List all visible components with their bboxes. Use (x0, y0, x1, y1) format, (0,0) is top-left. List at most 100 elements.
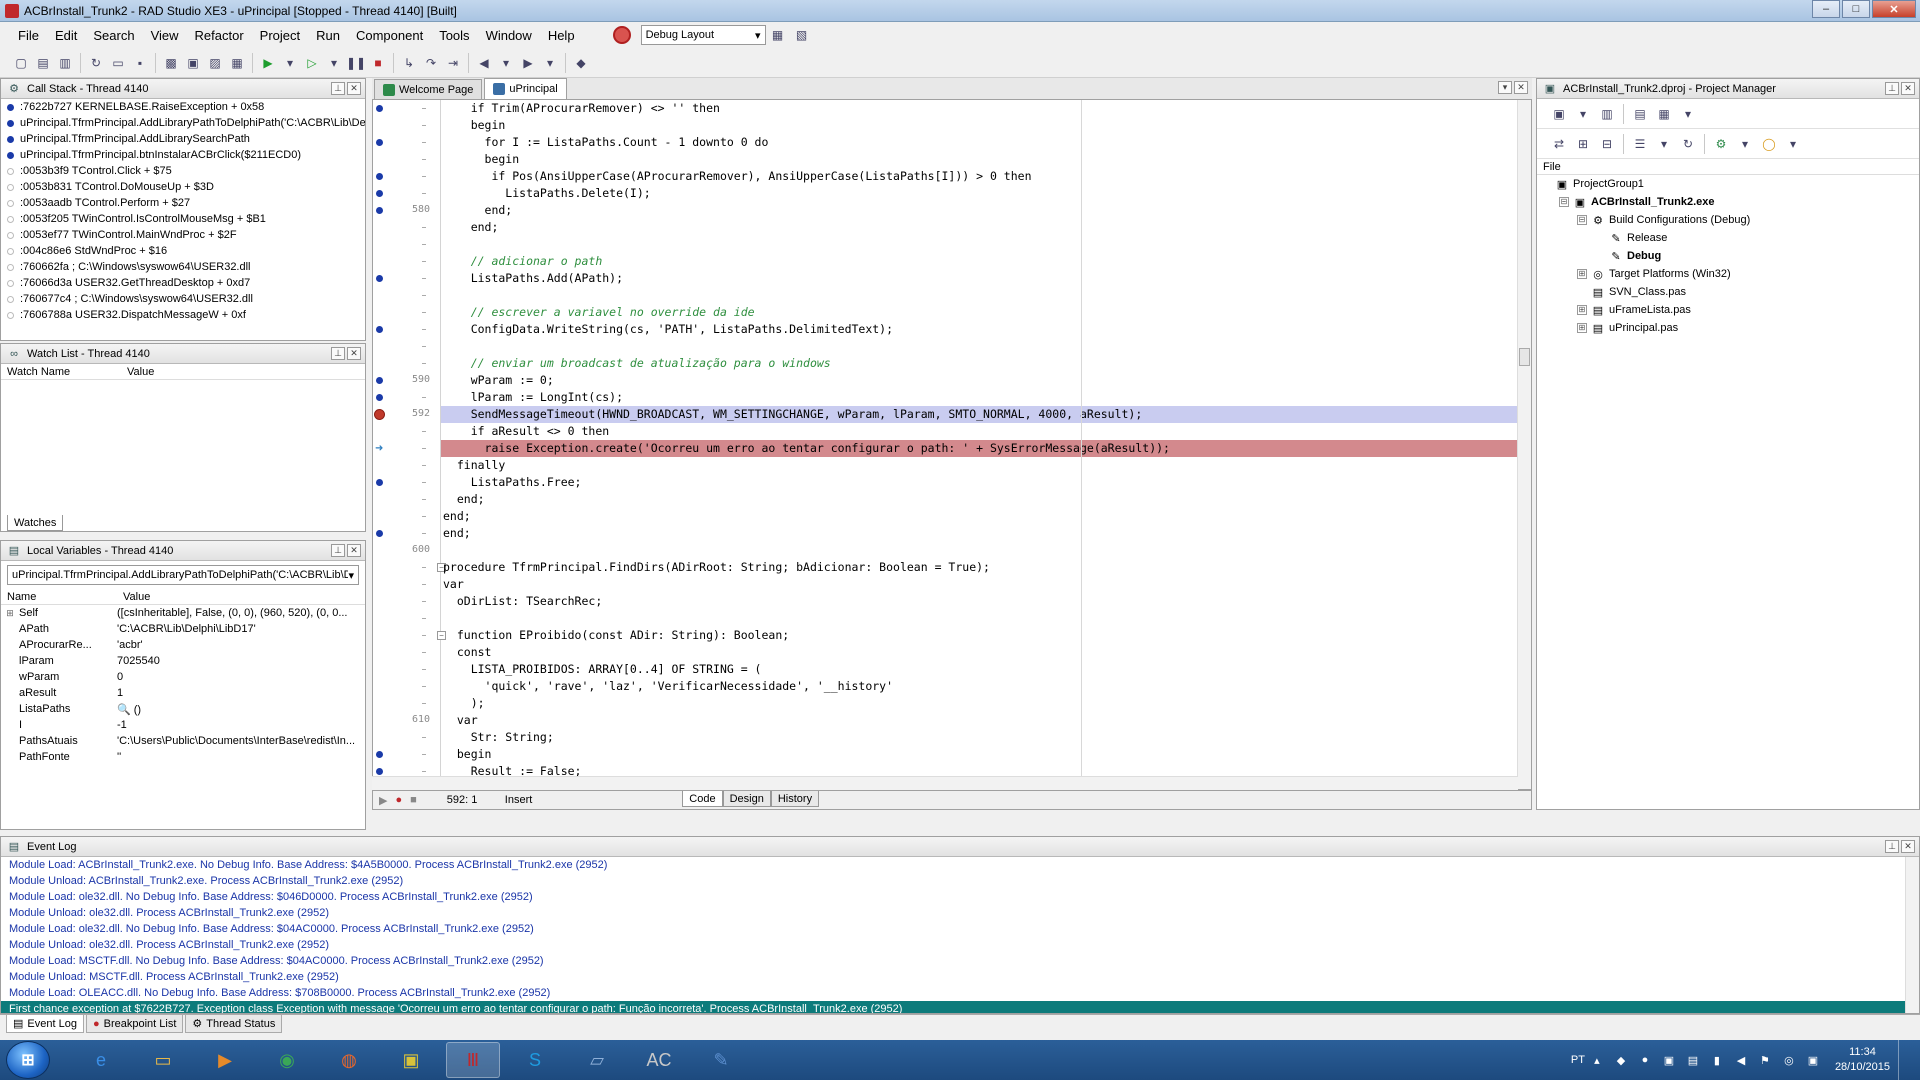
event-log-line[interactable]: Module Load: ACBrInstall_Trunk2.exe. No … (1, 857, 1905, 873)
trace-into-icon[interactable]: ↳ (400, 54, 418, 72)
frame-select[interactable]: uPrincipal.TfrmPrincipal.AddLibraryPathT… (7, 565, 359, 585)
event-log-line[interactable]: Module Unload: ACBrInstall_Trunk2.exe. P… (1, 873, 1905, 889)
pin-icon[interactable]: ⊥ (1885, 82, 1899, 95)
projeto-acbr-taskbar-icon[interactable]: AC (632, 1042, 686, 1078)
code-line[interactable]: // adicionar o path (441, 253, 1519, 270)
explorer-taskbar-icon[interactable]: ▭ (136, 1042, 190, 1078)
remove-file-icon[interactable]: ▨ (206, 54, 224, 72)
pin-icon[interactable]: ⊥ (331, 82, 345, 95)
call-stack-row[interactable]: :7606788a USER32.DispatchMessageW + 0xf (1, 307, 365, 323)
event-log-line[interactable]: Module Load: OLEACC.dll. No Debug Info. … (1, 985, 1905, 1001)
gutter-row[interactable] (373, 253, 440, 270)
gutter-row[interactable] (373, 321, 440, 338)
tab-history[interactable]: History (770, 791, 820, 807)
tab-breakpoint-list[interactable]: ● Breakpoint List (85, 1015, 184, 1033)
locals-value-column[interactable]: Value (117, 591, 150, 603)
project-tree-item[interactable]: ⊞ ▤ uPrincipal.pas (1541, 319, 1919, 337)
expand-icon[interactable]: ⊞ (1577, 269, 1587, 279)
desktop-layout-icon[interactable] (612, 26, 631, 44)
gutter-row[interactable]: − (373, 627, 446, 644)
event-log-list[interactable]: Module Load: ACBrInstall_Trunk2.exe. No … (1, 857, 1905, 1013)
call-stack-row[interactable]: :76066d3a USER32.GetThreadDesktop + 0xd7 (1, 275, 365, 291)
gutter-row[interactable] (373, 185, 440, 202)
new-icon[interactable]: ▢ (12, 54, 30, 72)
rad-studio-taskbar-icon[interactable]: Ⅲ (446, 1042, 500, 1078)
breakpoint-dot-icon[interactable] (376, 173, 383, 180)
event-log-line[interactable]: Module Load: ole32.dll. No Debug Info. B… (1, 889, 1905, 905)
run-dropdown-icon[interactable]: ▾ (281, 54, 299, 72)
breakpoint-dot-icon[interactable] (376, 751, 383, 758)
close-button[interactable]: ✕ (1872, 0, 1916, 18)
dropdown-icon[interactable]: ▾ (1655, 135, 1673, 153)
code-line[interactable] (441, 610, 1519, 627)
code-line[interactable]: ListaPaths.Free; (441, 474, 1519, 491)
clock[interactable]: 11:34 28/10/2015 (1835, 1045, 1890, 1075)
language-indicator[interactable]: PT (1571, 1054, 1585, 1066)
tab-code[interactable]: Code (682, 791, 723, 807)
gutter-row[interactable] (373, 746, 440, 763)
run-to-cursor-icon[interactable]: ⇥ (444, 54, 462, 72)
tab-watches[interactable]: Watches (7, 515, 64, 531)
code-line[interactable]: function EProibido(const ADir: String): … (441, 627, 1519, 644)
forward-dropdown-icon[interactable]: ▾ (541, 54, 559, 72)
gutter-row[interactable] (373, 355, 440, 372)
gutter-row[interactable] (373, 610, 440, 627)
gutter-row[interactable] (373, 304, 440, 321)
app-yellow-taskbar-icon[interactable]: ▣ (384, 1042, 438, 1078)
sync-icon[interactable]: ⇄ (1550, 135, 1568, 153)
tab-thread-status[interactable]: ⚙ Thread Status (185, 1015, 283, 1033)
open-project-icon[interactable]: ▥ (1598, 105, 1616, 123)
tray-app-icon[interactable]: ▣ (1805, 1052, 1821, 1068)
local-variable-row[interactable]: AProcurarRe... 'acbr' (1, 637, 365, 653)
tab-event-log[interactable]: ▤ Event Log (6, 1015, 84, 1033)
media-player-taskbar-icon[interactable]: ▶ (198, 1042, 252, 1078)
start-button[interactable]: ⊞ (6, 1041, 50, 1079)
network-icon[interactable]: ▮ (1709, 1052, 1725, 1068)
view-icon[interactable]: ▦ (1655, 105, 1673, 123)
project-tree-item[interactable]: ⊞ ▤ uFrameLista.pas (1541, 301, 1919, 319)
gutter-row[interactable] (373, 168, 440, 185)
code-line[interactable] (441, 287, 1519, 304)
project-tree-item[interactable]: ✎ Release (1541, 229, 1919, 247)
component-icon[interactable]: ◆ (572, 54, 590, 72)
event-log-line[interactable]: Module Unload: ole32.dll. Process ACBrIn… (1, 937, 1905, 953)
expand-icon[interactable]: ⊞ (1, 608, 19, 619)
new-project-icon[interactable]: ▣ (1550, 105, 1568, 123)
code-line[interactable] (441, 542, 1519, 559)
call-stack-row[interactable]: :0053aadb TControl.Perform + $27 (1, 195, 365, 211)
refresh-icon[interactable]: ↻ (1679, 135, 1697, 153)
event-log-scrollbar[interactable] (1905, 857, 1919, 1013)
gutter-row[interactable] (373, 525, 440, 542)
file-column-header[interactable]: File (1537, 159, 1919, 175)
volume-icon[interactable]: ◀ (1733, 1052, 1749, 1068)
event-log-line[interactable]: First chance exception at $7622B727. Exc… (1, 1001, 1905, 1013)
gutter-row[interactable] (373, 593, 440, 610)
expand-icon[interactable]: ⊞ (1577, 323, 1587, 333)
code-line[interactable]: var (441, 576, 1519, 593)
menu-window[interactable]: Window (478, 28, 540, 43)
gutter-row[interactable] (373, 287, 440, 304)
pause-icon[interactable]: ❚❚ (346, 54, 366, 72)
code-line[interactable]: finally (441, 457, 1519, 474)
code-line[interactable]: if Pos(AnsiUpperCase(AProcurarRemover), … (441, 168, 1519, 185)
call-stack-row[interactable]: :7622b727 KERNELBASE.RaiseException + 0x… (1, 99, 365, 115)
call-stack-row[interactable]: uPrincipal.TfrmPrincipal.AddLibrarySearc… (1, 131, 365, 147)
tray-app-icon[interactable]: ◆ (1613, 1052, 1629, 1068)
code-line[interactable]: begin (441, 151, 1519, 168)
tray-app-icon[interactable]: ◎ (1781, 1052, 1797, 1068)
horizontal-scrollbar[interactable] (372, 776, 1518, 790)
record-macro-icon[interactable]: ● (395, 794, 402, 806)
step-over-icon[interactable]: ↷ (422, 54, 440, 72)
gutter-row[interactable]: 600 (373, 542, 440, 559)
gutter-row[interactable]: 592 (373, 406, 440, 423)
call-stack-row[interactable]: uPrincipal.TfrmPrincipal.btnInstalarACBr… (1, 147, 365, 163)
code-line[interactable]: oDirList: TSearchRec; (441, 593, 1519, 610)
breakpoint-dot-icon[interactable] (376, 394, 383, 401)
menu-view[interactable]: View (143, 28, 187, 43)
close-icon[interactable]: ✕ (1514, 81, 1528, 94)
dropdown-icon[interactable]: ▾ (1679, 105, 1697, 123)
call-stack-row[interactable]: :004c86e6 StdWndProc + $16 (1, 243, 365, 259)
call-stack-row[interactable]: :0053ef77 TWinControl.MainWndProc + $2F (1, 227, 365, 243)
code-line[interactable]: 'quick', 'rave', 'laz', 'VerificarNecess… (441, 678, 1519, 695)
pin-icon[interactable]: ⊥ (331, 544, 345, 557)
